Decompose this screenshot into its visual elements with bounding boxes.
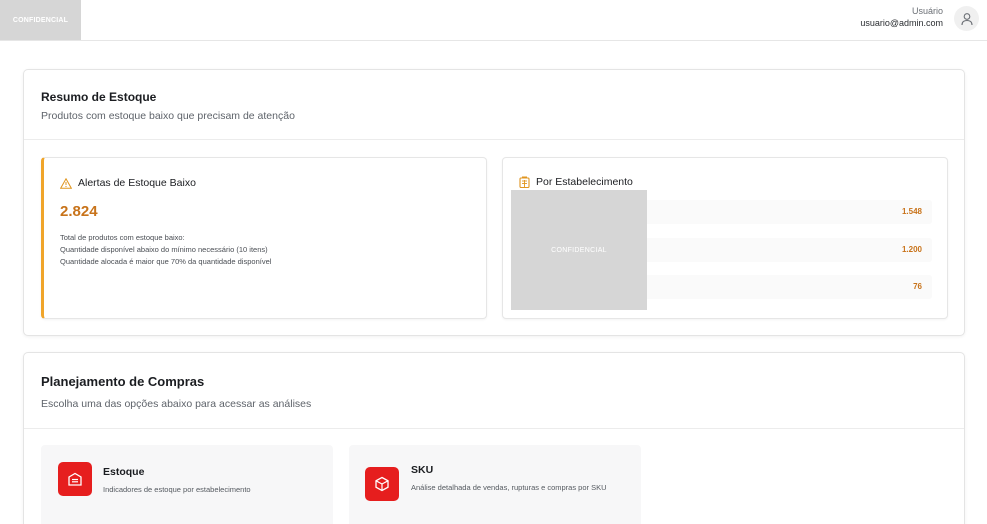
- establishment-value: 1.200: [901, 245, 922, 254]
- establishment-value: 76: [913, 282, 922, 291]
- resumo-header: Resumo de Estoque Produtos com estoque b…: [24, 70, 964, 140]
- alert-title: Alertas de Estoque Baixo: [78, 177, 196, 189]
- option-name: Estoque: [103, 466, 145, 478]
- user-avatar-button[interactable]: [954, 6, 979, 31]
- user-info: Usuário usuario@admin.com: [860, 6, 943, 29]
- logo: CONFIDENCIAL: [0, 0, 81, 40]
- establishment-panel: Por Estabelecimento 1.548 1.200 76 CONFI…: [502, 157, 948, 319]
- option-description: Indicadores de estoque por estabelecimen…: [103, 485, 251, 494]
- planejamento-compras-card: Planejamento de Compras Escolha uma das …: [23, 352, 965, 524]
- establishment-title: Por Estabelecimento: [536, 176, 633, 188]
- option-estoque[interactable]: Estoque Indicadores de estoque por estab…: [41, 445, 333, 524]
- warning-triangle-icon: [60, 177, 72, 189]
- low-stock-count: 2.824: [60, 203, 98, 220]
- option-description: Análise detalhada de vendas, rupturas e …: [411, 483, 607, 492]
- low-stock-alert-panel: Alertas de Estoque Baixo 2.824 Total de …: [41, 157, 487, 319]
- option-sku[interactable]: SKU Análise detalhada de vendas, ruptura…: [349, 445, 641, 524]
- building-icon: [519, 176, 530, 188]
- user-name: Usuário: [911, 6, 943, 16]
- user-email: usuario@admin.com: [860, 18, 943, 28]
- alert-line: Total de produtos com estoque baixo:: [60, 233, 185, 242]
- alert-description: Total de produtos com estoque baixo: Qua…: [60, 232, 271, 268]
- establishment-title-row: Por Estabelecimento: [519, 176, 633, 188]
- resumo-subtitle: Produtos com estoque baixo que precisam …: [41, 110, 295, 122]
- establishment-value: 1.548: [901, 207, 922, 216]
- planejamento-subtitle: Escolha uma das opções abaixo para acess…: [41, 398, 312, 410]
- redacted-block: CONFIDENCIAL: [511, 190, 647, 310]
- alert-line: Quantidade disponível abaixo do mínimo n…: [60, 245, 268, 254]
- user-icon: [960, 12, 973, 25]
- warehouse-icon: [58, 462, 92, 496]
- planejamento-header: Planejamento de Compras Escolha uma das …: [24, 353, 964, 429]
- alert-line: Quantidade alocada é maior que 70% da qu…: [60, 257, 272, 266]
- top-bar: CONFIDENCIAL Usuário usuario@admin.com: [0, 0, 987, 41]
- planejamento-title: Planejamento de Compras: [41, 374, 205, 389]
- option-name: SKU: [411, 464, 434, 476]
- package-icon: [365, 467, 399, 501]
- alert-title-row: Alertas de Estoque Baixo: [60, 177, 196, 189]
- resumo-title: Resumo de Estoque: [41, 90, 157, 104]
- resumo-estoque-card: Resumo de Estoque Produtos com estoque b…: [23, 69, 965, 336]
